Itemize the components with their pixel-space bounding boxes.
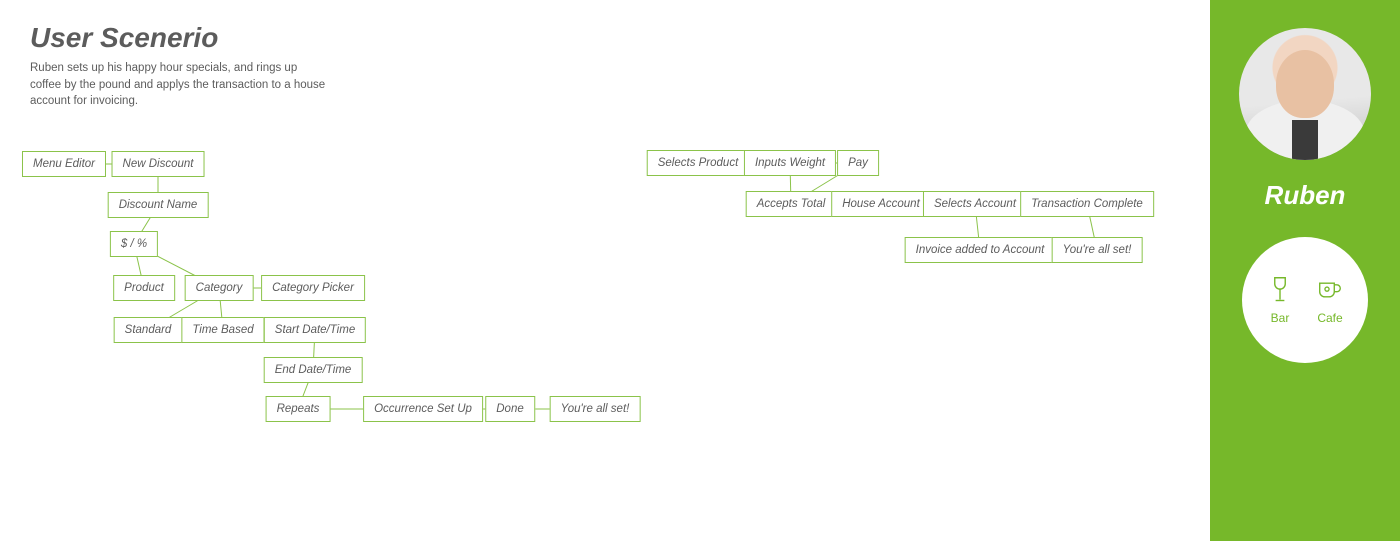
persona-type-cafe: Cafe — [1315, 275, 1345, 325]
persona-types-circle: Bar Cafe — [1242, 237, 1368, 363]
flow-node-transaction-complete: Transaction Complete — [1020, 191, 1154, 217]
flow-node-selects-account: Selects Account — [923, 191, 1027, 217]
persona-type-label: Cafe — [1317, 311, 1342, 325]
flow-node-accepts-total: Accepts Total — [746, 191, 837, 217]
flow-node-dollar-pct: $ / % — [110, 231, 158, 257]
flow-node-all-set-a: You're all set! — [550, 396, 641, 422]
flow-node-all-set-b: You're all set! — [1052, 237, 1143, 263]
flow-node-category: Category — [185, 275, 254, 301]
flow-node-done: Done — [485, 396, 535, 422]
flow-node-category-picker: Category Picker — [261, 275, 365, 301]
persona-type-label: Bar — [1271, 311, 1290, 325]
flow-node-new-discount: New Discount — [112, 151, 205, 177]
wine-glass-icon — [1265, 275, 1295, 305]
flow-node-pay: Pay — [837, 150, 879, 176]
flow-node-inputs-weight: Inputs Weight — [744, 150, 836, 176]
flow-node-house-account: House Account — [831, 191, 931, 217]
flow-node-time-based: Time Based — [181, 317, 264, 343]
flow-node-invoice-added: Invoice added to Account — [905, 237, 1056, 263]
persona-avatar — [1239, 28, 1371, 160]
flow-node-repeats: Repeats — [266, 396, 331, 422]
persona-sidebar: Ruben Bar Cafe — [1210, 0, 1400, 541]
flow-node-end-datetime: End Date/Time — [264, 357, 363, 383]
flow-edges — [0, 0, 1210, 541]
persona-type-bar: Bar — [1265, 275, 1295, 325]
flow-node-standard: Standard — [114, 317, 183, 343]
flow-node-menu-editor: Menu Editor — [22, 151, 106, 177]
flow-node-occurrence-setup: Occurrence Set Up — [363, 396, 483, 422]
diagram-canvas: User Scenerio Ruben sets up his happy ho… — [0, 0, 1210, 541]
flow-node-product: Product — [113, 275, 175, 301]
flow-node-selects-product: Selects Product — [647, 150, 750, 176]
persona-name: Ruben — [1265, 180, 1346, 211]
flow-node-start-datetime: Start Date/Time — [264, 317, 366, 343]
flow-node-discount-name: Discount Name — [108, 192, 209, 218]
coffee-cup-icon — [1315, 275, 1345, 305]
